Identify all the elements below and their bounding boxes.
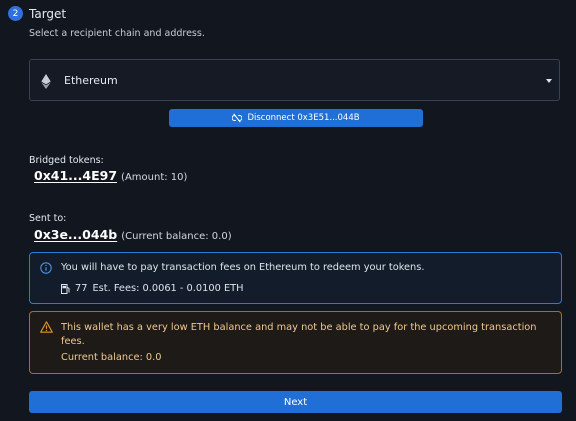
recipient-address-link[interactable]: 0x3e...044b (34, 227, 117, 242)
fee-info-message: You will have to pay transaction fees on… (61, 262, 425, 273)
bridged-token-line: 0x41...4E97 (Amount: 10) (34, 168, 187, 183)
chevron-down-icon[interactable] (546, 79, 552, 83)
fee-estimate-line: 77 Est. Fees: 0.0061 - 0.0100 ETH (61, 283, 243, 294)
low-balance-warning-message: This wallet has a very low ETH balance a… (61, 322, 537, 347)
fee-info-alert: You will have to pay transaction fees on… (29, 252, 562, 304)
estimated-fees: Est. Fees: 0.0061 - 0.0100 ETH (92, 283, 244, 294)
disconnect-wallet-button[interactable]: Disconnect 0x3E51...044B (169, 109, 423, 127)
recipient-balance: (Current balance: 0.0) (121, 231, 232, 242)
gas-pump-icon (61, 283, 70, 294)
gas-price-value: 77 (75, 283, 88, 294)
ethereum-icon (41, 74, 51, 89)
low-balance-warning: This wallet has a very low ETH balance a… (29, 311, 562, 374)
chain-select[interactable]: Ethereum (29, 59, 560, 101)
disconnect-label: Disconnect 0x3E51...044B (247, 113, 360, 123)
bridged-tokens-label: Bridged tokens: (29, 155, 104, 166)
step-subtitle: Select a recipient chain and address. (29, 28, 205, 39)
unlink-icon (232, 113, 243, 123)
next-button[interactable]: Next (29, 391, 562, 413)
step-title: Target (29, 6, 67, 21)
current-balance-text: Current balance: 0.0 (61, 352, 162, 363)
step-number-badge: 2 (8, 6, 23, 21)
sent-to-line: 0x3e...044b (Current balance: 0.0) (34, 227, 232, 242)
bridged-token-address-link[interactable]: 0x41...4E97 (34, 168, 117, 183)
chain-select-value: Ethereum (64, 73, 118, 87)
info-icon (40, 262, 52, 274)
step-header: 2 Target (8, 6, 66, 21)
bridged-token-amount: (Amount: 10) (121, 172, 188, 183)
sent-to-label: Sent to: (29, 213, 67, 224)
warning-icon (40, 321, 53, 333)
